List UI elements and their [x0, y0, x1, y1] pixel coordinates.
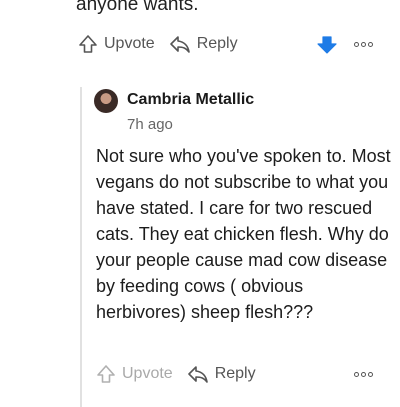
reply-arrow-icon [169, 34, 191, 54]
more-options-dot [361, 372, 366, 377]
reply-upvote-button[interactable]: Upvote [96, 364, 173, 384]
comment-timestamp: 7h ago [127, 116, 173, 133]
reply-reply-button[interactable]: Reply [187, 364, 256, 384]
more-options-icon [354, 42, 359, 47]
parent-comment-text-tail: anyone wants. [76, 0, 199, 15]
more-options-dot [368, 372, 373, 377]
parent-upvote-label: Upvote [104, 35, 155, 52]
reply-more-options-button[interactable] [354, 372, 373, 377]
downvote-arrow-icon [316, 36, 338, 60]
more-options-icon [354, 372, 359, 377]
comment-body: Not sure who you've spoken to. Most vega… [96, 146, 391, 322]
reply-upvote-label: Upvote [122, 365, 173, 382]
thread-line[interactable] [80, 87, 82, 407]
more-options-dot [368, 42, 373, 47]
upvote-arrow-icon [96, 364, 116, 384]
parent-downvote-button[interactable] [316, 34, 338, 61]
parent-comment-actions: Upvote Reply [78, 34, 238, 54]
parent-reply-label: Reply [196, 35, 238, 52]
parent-reply-button[interactable]: Reply [169, 34, 238, 54]
parent-upvote-button[interactable]: Upvote [78, 34, 155, 54]
avatar[interactable] [94, 89, 118, 113]
reply-reply-label: Reply [214, 365, 256, 382]
reply-comment-actions: Upvote Reply [96, 364, 256, 384]
comment-author[interactable]: Cambria Metallic [127, 91, 254, 109]
upvote-arrow-icon [78, 34, 98, 54]
reply-arrow-icon [187, 364, 209, 384]
parent-more-options-button[interactable] [354, 42, 373, 47]
more-options-dot [361, 42, 366, 47]
